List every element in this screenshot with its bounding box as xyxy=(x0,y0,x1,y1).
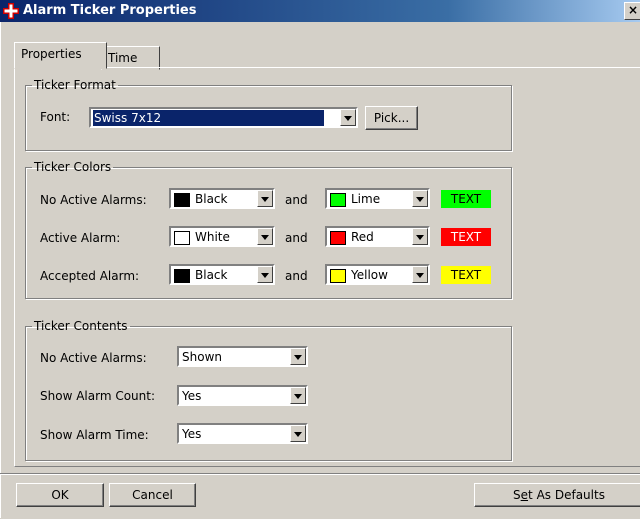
no-active-alarms-background-dropdown[interactable]: Lime xyxy=(325,188,430,209)
color-name: Lime xyxy=(351,192,381,206)
chevron-down-icon[interactable] xyxy=(290,348,306,365)
color-swatch xyxy=(174,269,190,283)
color-name: Black xyxy=(195,192,228,206)
font-dropdown[interactable]: Swiss 7x12 xyxy=(89,107,358,128)
color-name: White xyxy=(195,230,230,244)
no-active-alarms-sample-text: TEXT xyxy=(441,190,491,208)
color-swatch xyxy=(330,269,346,283)
set-as-defaults-text-suffix: t As Defaults xyxy=(528,488,605,502)
ticker-contents-legend: Ticker Contents xyxy=(34,319,128,333)
ok-button[interactable]: OK xyxy=(16,483,104,507)
no-active-alarms-foreground-dropdown[interactable]: Black xyxy=(169,188,275,209)
color-name: Red xyxy=(351,230,374,244)
no-active-alarms-display-dropdown[interactable]: Shown xyxy=(177,346,308,367)
chevron-down-icon[interactable] xyxy=(290,387,306,404)
chevron-down-icon[interactable] xyxy=(412,266,428,283)
set-as-defaults-text-prefix: S xyxy=(513,488,521,502)
active-alarm-background-dropdown[interactable]: Red xyxy=(325,226,430,247)
accepted-alarm-color-label: Accepted Alarm: xyxy=(40,269,140,283)
pick-font-button[interactable]: Pick... xyxy=(365,106,418,130)
tab-properties[interactable]: Properties xyxy=(14,42,107,69)
active-alarm-color-label: Active Alarm: xyxy=(40,231,121,245)
and-label: and xyxy=(285,193,308,207)
accepted-alarm-sample-text: TEXT xyxy=(441,266,491,284)
no-active-alarms-display-label: No Active Alarms: xyxy=(40,351,147,365)
accepted-alarm-foreground-dropdown[interactable]: Black xyxy=(169,264,275,285)
color-name: Yellow xyxy=(351,268,388,282)
dropdown-value: Yes xyxy=(182,389,202,403)
ticker-format-legend: Ticker Format xyxy=(34,78,116,92)
alarm-ticker-app-icon xyxy=(3,3,19,19)
accepted-alarm-background-dropdown[interactable]: Yellow xyxy=(325,264,430,285)
close-icon[interactable]: × xyxy=(624,2,640,20)
chevron-down-icon[interactable] xyxy=(257,190,273,207)
chevron-down-icon[interactable] xyxy=(257,228,273,245)
dropdown-value: Shown xyxy=(182,350,222,364)
cancel-button[interactable]: Cancel xyxy=(109,483,196,507)
tab-panel-properties: Ticker Format Font: Swiss 7x12 Pick... T… xyxy=(14,67,640,467)
dropdown-value: Yes xyxy=(182,427,202,441)
color-swatch xyxy=(330,231,346,245)
show-alarm-time-label: Show Alarm Time: xyxy=(40,428,149,442)
chevron-down-icon[interactable] xyxy=(412,228,428,245)
color-swatch xyxy=(330,193,346,207)
and-label: and xyxy=(285,231,308,245)
chevron-down-icon[interactable] xyxy=(340,109,356,126)
font-value: Swiss 7x12 xyxy=(93,110,324,126)
color-name: Black xyxy=(195,268,228,282)
window-title: Alarm Ticker Properties xyxy=(23,3,197,18)
chevron-down-icon[interactable] xyxy=(412,190,428,207)
ticker-colors-legend: Ticker Colors xyxy=(34,160,112,174)
show-alarm-time-dropdown[interactable]: Yes xyxy=(177,423,308,444)
color-swatch xyxy=(174,231,190,245)
color-swatch xyxy=(174,193,190,207)
chevron-down-icon[interactable] xyxy=(290,425,306,442)
show-alarm-count-dropdown[interactable]: Yes xyxy=(177,385,308,406)
no-active-alarms-color-label: No Active Alarms: xyxy=(40,193,147,207)
font-label: Font: xyxy=(40,110,71,124)
title-bar: Alarm Ticker Properties × xyxy=(0,0,640,22)
set-as-defaults-accelerator: e xyxy=(520,488,529,502)
show-alarm-count-label: Show Alarm Count: xyxy=(40,389,155,403)
set-as-defaults-button[interactable]: Set As Defaults xyxy=(474,483,640,507)
chevron-down-icon[interactable] xyxy=(257,266,273,283)
active-alarm-foreground-dropdown[interactable]: White xyxy=(169,226,275,247)
and-label: and xyxy=(285,269,308,283)
active-alarm-sample-text: TEXT xyxy=(441,228,491,246)
